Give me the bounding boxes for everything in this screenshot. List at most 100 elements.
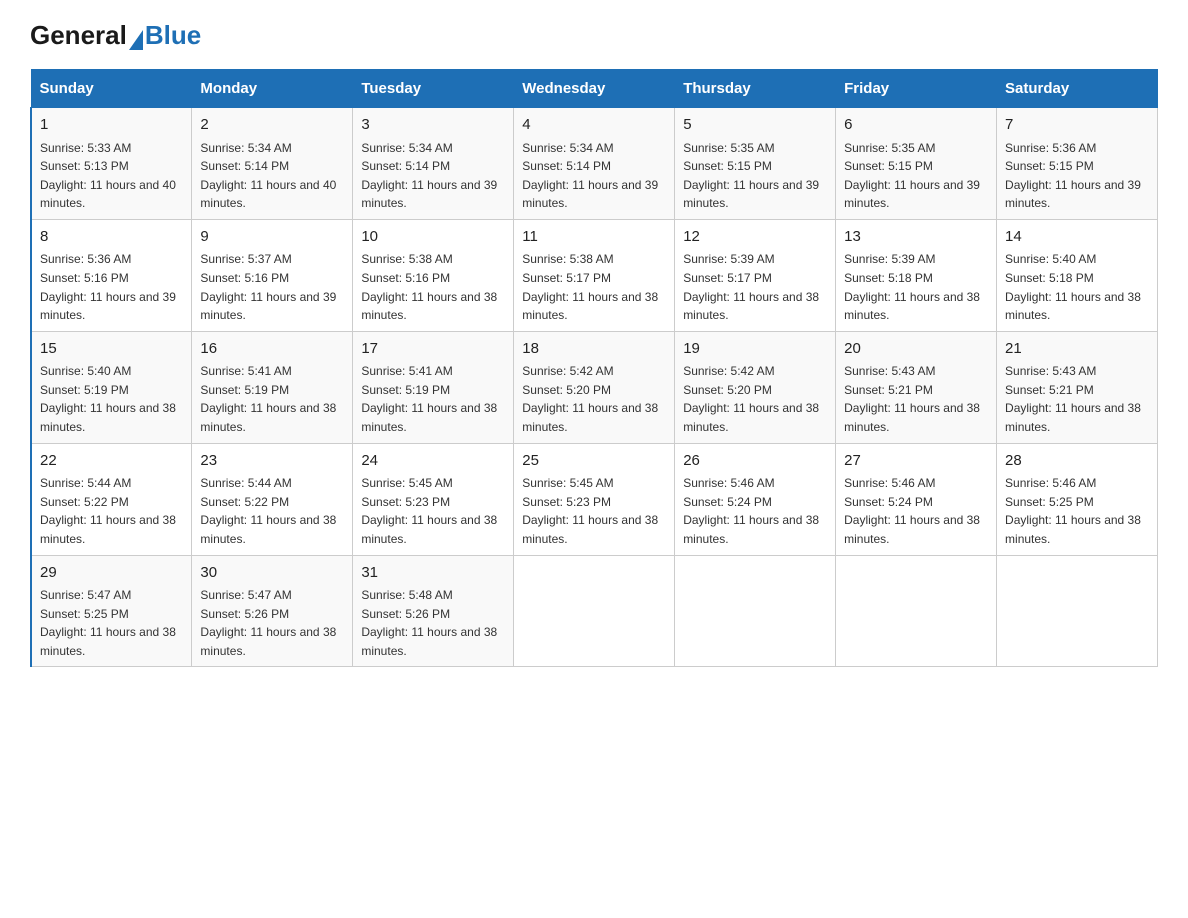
day-info: Sunrise: 5:35 AMSunset: 5:15 PMDaylight:… xyxy=(844,139,988,213)
day-info: Sunrise: 5:42 AMSunset: 5:20 PMDaylight:… xyxy=(522,362,666,436)
day-number: 4 xyxy=(522,114,666,137)
calendar-header: SundayMondayTuesdayWednesdayThursdayFrid… xyxy=(31,70,1158,108)
calendar-body: 1Sunrise: 5:33 AMSunset: 5:13 PMDaylight… xyxy=(31,108,1158,667)
day-number: 12 xyxy=(683,226,827,249)
calendar-cell: 3Sunrise: 5:34 AMSunset: 5:14 PMDaylight… xyxy=(353,108,514,220)
day-number: 19 xyxy=(683,338,827,361)
day-info: Sunrise: 5:34 AMSunset: 5:14 PMDaylight:… xyxy=(361,139,505,213)
calendar-cell xyxy=(514,555,675,667)
day-number: 3 xyxy=(361,114,505,137)
day-info: Sunrise: 5:42 AMSunset: 5:20 PMDaylight:… xyxy=(683,362,827,436)
logo-general-text: General xyxy=(30,20,127,51)
calendar-cell: 25Sunrise: 5:45 AMSunset: 5:23 PMDayligh… xyxy=(514,443,675,555)
weekday-header-saturday: Saturday xyxy=(997,70,1158,108)
logo-triangle-icon xyxy=(129,30,143,50)
header: General Blue xyxy=(30,20,1158,51)
day-info: Sunrise: 5:43 AMSunset: 5:21 PMDaylight:… xyxy=(1005,362,1149,436)
day-info: Sunrise: 5:40 AMSunset: 5:18 PMDaylight:… xyxy=(1005,250,1149,324)
day-info: Sunrise: 5:45 AMSunset: 5:23 PMDaylight:… xyxy=(361,474,505,548)
day-info: Sunrise: 5:45 AMSunset: 5:23 PMDaylight:… xyxy=(522,474,666,548)
calendar-cell: 30Sunrise: 5:47 AMSunset: 5:26 PMDayligh… xyxy=(192,555,353,667)
calendar-cell xyxy=(836,555,997,667)
day-info: Sunrise: 5:44 AMSunset: 5:22 PMDaylight:… xyxy=(40,474,183,548)
calendar-cell: 21Sunrise: 5:43 AMSunset: 5:21 PMDayligh… xyxy=(997,331,1158,443)
calendar-cell: 9Sunrise: 5:37 AMSunset: 5:16 PMDaylight… xyxy=(192,219,353,331)
day-number: 22 xyxy=(40,450,183,473)
day-number: 20 xyxy=(844,338,988,361)
day-info: Sunrise: 5:41 AMSunset: 5:19 PMDaylight:… xyxy=(200,362,344,436)
day-info: Sunrise: 5:48 AMSunset: 5:26 PMDaylight:… xyxy=(361,586,505,660)
day-number: 18 xyxy=(522,338,666,361)
logo-blue-text: Blue xyxy=(145,20,201,51)
calendar-cell: 7Sunrise: 5:36 AMSunset: 5:15 PMDaylight… xyxy=(997,108,1158,220)
day-number: 5 xyxy=(683,114,827,137)
weekday-header-sunday: Sunday xyxy=(31,70,192,108)
calendar-cell: 5Sunrise: 5:35 AMSunset: 5:15 PMDaylight… xyxy=(675,108,836,220)
weekday-header-thursday: Thursday xyxy=(675,70,836,108)
calendar-cell: 4Sunrise: 5:34 AMSunset: 5:14 PMDaylight… xyxy=(514,108,675,220)
logo: General Blue xyxy=(30,20,201,51)
calendar-week-row: 15Sunrise: 5:40 AMSunset: 5:19 PMDayligh… xyxy=(31,331,1158,443)
day-info: Sunrise: 5:34 AMSunset: 5:14 PMDaylight:… xyxy=(522,139,666,213)
day-number: 29 xyxy=(40,562,183,585)
day-info: Sunrise: 5:39 AMSunset: 5:18 PMDaylight:… xyxy=(844,250,988,324)
day-number: 10 xyxy=(361,226,505,249)
day-info: Sunrise: 5:39 AMSunset: 5:17 PMDaylight:… xyxy=(683,250,827,324)
day-info: Sunrise: 5:36 AMSunset: 5:16 PMDaylight:… xyxy=(40,250,183,324)
day-number: 1 xyxy=(40,114,183,137)
day-number: 2 xyxy=(200,114,344,137)
calendar-cell: 11Sunrise: 5:38 AMSunset: 5:17 PMDayligh… xyxy=(514,219,675,331)
day-number: 30 xyxy=(200,562,344,585)
day-number: 24 xyxy=(361,450,505,473)
day-number: 27 xyxy=(844,450,988,473)
day-number: 15 xyxy=(40,338,183,361)
day-number: 11 xyxy=(522,226,666,249)
calendar-cell: 20Sunrise: 5:43 AMSunset: 5:21 PMDayligh… xyxy=(836,331,997,443)
calendar-week-row: 22Sunrise: 5:44 AMSunset: 5:22 PMDayligh… xyxy=(31,443,1158,555)
day-info: Sunrise: 5:37 AMSunset: 5:16 PMDaylight:… xyxy=(200,250,344,324)
calendar-cell xyxy=(675,555,836,667)
calendar-cell: 26Sunrise: 5:46 AMSunset: 5:24 PMDayligh… xyxy=(675,443,836,555)
calendar-cell: 29Sunrise: 5:47 AMSunset: 5:25 PMDayligh… xyxy=(31,555,192,667)
day-info: Sunrise: 5:47 AMSunset: 5:25 PMDaylight:… xyxy=(40,586,183,660)
day-info: Sunrise: 5:41 AMSunset: 5:19 PMDaylight:… xyxy=(361,362,505,436)
calendar-cell: 28Sunrise: 5:46 AMSunset: 5:25 PMDayligh… xyxy=(997,443,1158,555)
weekday-header-tuesday: Tuesday xyxy=(353,70,514,108)
calendar-cell: 16Sunrise: 5:41 AMSunset: 5:19 PMDayligh… xyxy=(192,331,353,443)
calendar-cell xyxy=(997,555,1158,667)
calendar-cell: 18Sunrise: 5:42 AMSunset: 5:20 PMDayligh… xyxy=(514,331,675,443)
calendar-cell: 13Sunrise: 5:39 AMSunset: 5:18 PMDayligh… xyxy=(836,219,997,331)
calendar-cell: 17Sunrise: 5:41 AMSunset: 5:19 PMDayligh… xyxy=(353,331,514,443)
calendar-cell: 12Sunrise: 5:39 AMSunset: 5:17 PMDayligh… xyxy=(675,219,836,331)
calendar-cell: 15Sunrise: 5:40 AMSunset: 5:19 PMDayligh… xyxy=(31,331,192,443)
calendar-cell: 27Sunrise: 5:46 AMSunset: 5:24 PMDayligh… xyxy=(836,443,997,555)
day-number: 8 xyxy=(40,226,183,249)
day-info: Sunrise: 5:33 AMSunset: 5:13 PMDaylight:… xyxy=(40,139,183,213)
day-number: 16 xyxy=(200,338,344,361)
calendar-cell: 24Sunrise: 5:45 AMSunset: 5:23 PMDayligh… xyxy=(353,443,514,555)
calendar-cell: 2Sunrise: 5:34 AMSunset: 5:14 PMDaylight… xyxy=(192,108,353,220)
calendar-cell: 31Sunrise: 5:48 AMSunset: 5:26 PMDayligh… xyxy=(353,555,514,667)
day-number: 23 xyxy=(200,450,344,473)
calendar-cell: 8Sunrise: 5:36 AMSunset: 5:16 PMDaylight… xyxy=(31,219,192,331)
calendar-week-row: 29Sunrise: 5:47 AMSunset: 5:25 PMDayligh… xyxy=(31,555,1158,667)
day-number: 25 xyxy=(522,450,666,473)
day-info: Sunrise: 5:34 AMSunset: 5:14 PMDaylight:… xyxy=(200,139,344,213)
day-info: Sunrise: 5:46 AMSunset: 5:24 PMDaylight:… xyxy=(683,474,827,548)
day-info: Sunrise: 5:38 AMSunset: 5:16 PMDaylight:… xyxy=(361,250,505,324)
weekday-header-wednesday: Wednesday xyxy=(514,70,675,108)
calendar-cell: 22Sunrise: 5:44 AMSunset: 5:22 PMDayligh… xyxy=(31,443,192,555)
weekday-header-friday: Friday xyxy=(836,70,997,108)
calendar-cell: 1Sunrise: 5:33 AMSunset: 5:13 PMDaylight… xyxy=(31,108,192,220)
day-number: 13 xyxy=(844,226,988,249)
day-info: Sunrise: 5:47 AMSunset: 5:26 PMDaylight:… xyxy=(200,586,344,660)
calendar-cell: 6Sunrise: 5:35 AMSunset: 5:15 PMDaylight… xyxy=(836,108,997,220)
calendar-cell: 19Sunrise: 5:42 AMSunset: 5:20 PMDayligh… xyxy=(675,331,836,443)
weekday-header-monday: Monday xyxy=(192,70,353,108)
logo-area: General Blue xyxy=(30,20,201,51)
calendar-cell: 23Sunrise: 5:44 AMSunset: 5:22 PMDayligh… xyxy=(192,443,353,555)
day-number: 9 xyxy=(200,226,344,249)
day-info: Sunrise: 5:36 AMSunset: 5:15 PMDaylight:… xyxy=(1005,139,1149,213)
day-number: 6 xyxy=(844,114,988,137)
day-number: 7 xyxy=(1005,114,1149,137)
